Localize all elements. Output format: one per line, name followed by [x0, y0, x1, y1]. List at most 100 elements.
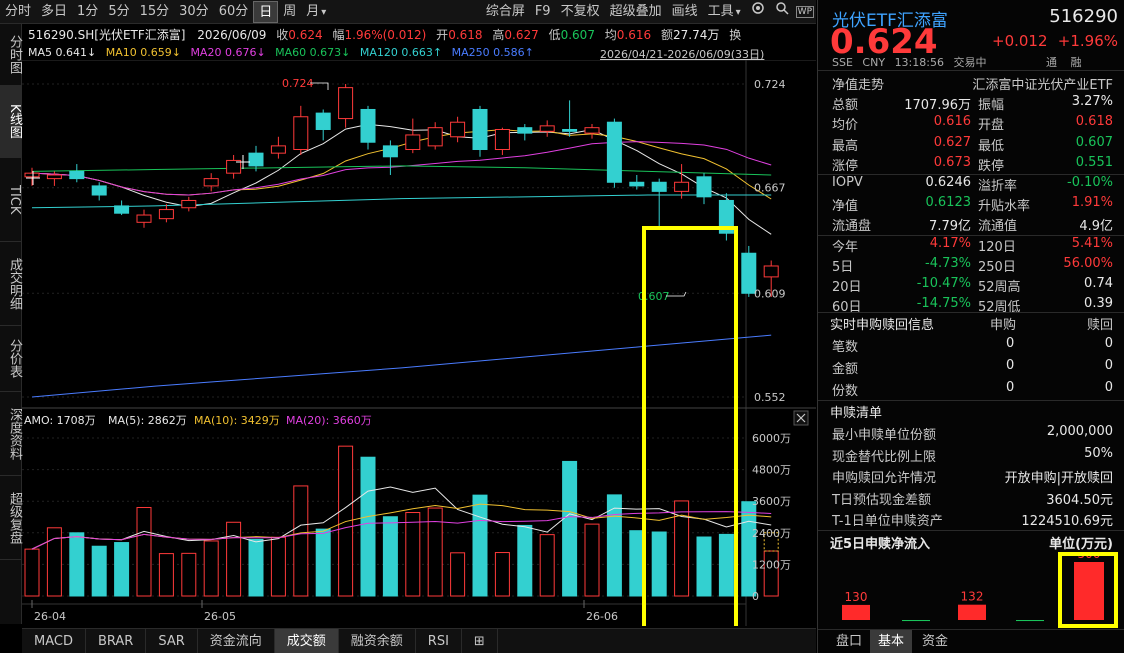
draw-line-button[interactable]: 画线	[667, 1, 703, 23]
stat-label: 均价	[832, 118, 859, 134]
quote-info-line: 516290.SH[光伏ETF汇添富] 2026/06/09 收0.624 幅1…	[28, 26, 741, 43]
stat-label: 今年	[832, 239, 859, 255]
tab-brar[interactable]: BRAR	[86, 629, 147, 653]
tab-margin-balance[interactable]: 融资余额	[339, 629, 416, 653]
vtab-super-replay[interactable]: 超级复盘	[0, 476, 22, 560]
volume-bar	[315, 528, 331, 597]
stat-label: 净值走势	[832, 78, 885, 93]
volume-bar	[539, 534, 555, 597]
stat-label: 净值	[832, 199, 859, 215]
volume-bar	[91, 545, 107, 597]
stat-value: 56.00%	[1063, 255, 1113, 271]
stat-label: 20日	[832, 280, 862, 295]
badge-margin: 融	[1070, 56, 1082, 69]
tab-15min[interactable]: 15分	[135, 1, 175, 23]
wp-badge[interactable]: WP	[794, 1, 816, 23]
quote-time: 13:18:56	[894, 56, 944, 69]
stats-row: 5日 -4.73% 250日 56.00%	[818, 256, 1124, 276]
volume-bar	[270, 536, 286, 597]
stat-value: 0.551	[1075, 154, 1113, 170]
super-overlay-button[interactable]: 超级叠加	[605, 1, 667, 23]
volume-bar	[24, 548, 40, 597]
tab-1min[interactable]: 1分	[72, 1, 103, 23]
stats-row: 净值 0.6123 升贴水率 1.91%	[818, 195, 1124, 215]
vtab-tick[interactable]: TICK	[0, 158, 22, 242]
stat-value: 0.627	[933, 134, 971, 150]
change-label: 幅	[332, 28, 345, 42]
tab-intraday[interactable]: 分时	[0, 1, 36, 23]
no-adjust-button[interactable]: 不复权	[556, 1, 605, 23]
tab-30min[interactable]: 30分	[174, 1, 214, 23]
candle-body	[203, 178, 219, 187]
amo-ma20: MA(20): 3660万	[286, 414, 372, 427]
badges: 通 融	[1046, 54, 1082, 70]
tab-multi-day[interactable]: 多日	[36, 1, 72, 23]
close-icon[interactable]	[793, 410, 809, 426]
tab-60min[interactable]: 60分	[214, 1, 254, 23]
stat-label: 汇添富中证光伏产业ETF	[972, 78, 1113, 93]
kline-chart[interactable]: 0.724 0.667 0.609 0.552 6000万 4800万 3600万 2400…	[22, 60, 816, 626]
chart-area[interactable]: 516290.SH[光伏ETF汇添富] 2026/06/09 收0.624 幅1…	[22, 24, 816, 626]
redemption-row: T-1日单位申赎资产 1224510.69元	[818, 510, 1124, 530]
stat-label: 120日	[978, 239, 1016, 255]
stat-label: 振幅	[978, 98, 1005, 114]
search-icon[interactable]	[770, 1, 794, 23]
redemption-row: T日预估现金差额 3604.50元	[818, 489, 1124, 509]
vtab-trade-detail[interactable]: 成交明细	[0, 242, 22, 326]
tab-turnover[interactable]: 成交额	[274, 629, 339, 653]
add-indicator-icon[interactable]: ⊞	[462, 629, 498, 653]
tab-orderbook[interactable]: 盘口	[828, 630, 870, 653]
stat-label: 5日	[832, 259, 854, 275]
redemption-value: 3604.50元	[1046, 492, 1113, 508]
f9-button[interactable]: F9	[530, 1, 556, 23]
vtab-price-table[interactable]: 分价表	[0, 326, 22, 392]
vtab-depth-info[interactable]: 深度资料	[0, 392, 22, 476]
ma250-label: MA250 0.586↑	[451, 46, 534, 59]
tab-5min[interactable]: 5分	[103, 1, 134, 23]
ma120-line	[31, 194, 772, 209]
volume-bar	[293, 485, 309, 597]
stats-row: 涨停 0.673 跌停 0.551	[818, 155, 1124, 175]
realtime-title: 实时申购赎回信息	[830, 318, 935, 333]
composite-screen-button[interactable]: 综合屏	[481, 1, 530, 23]
volume-bar	[562, 460, 578, 597]
vtab-intraday[interactable]: 分时图	[0, 24, 22, 86]
price-tick-label: 0.609	[754, 287, 786, 300]
avg-value: 0.616	[616, 28, 652, 42]
tab-basic[interactable]: 基本	[870, 630, 913, 653]
tab-week[interactable]: 周	[278, 1, 301, 23]
netflow-chart: 130 132500	[842, 552, 1118, 628]
realtime-redeem: 0	[1104, 358, 1113, 373]
tab-fund-flow[interactable]: 资金流向	[198, 629, 275, 653]
stats-row: 总额 1707.96万 振幅 3.27%	[818, 94, 1124, 114]
realtime-col-subscribe: 申购	[990, 318, 1017, 333]
vtab-kline[interactable]: K线图	[0, 86, 22, 158]
redemption-value: 1224510.69元	[1021, 514, 1113, 529]
tab-sar[interactable]: SAR	[146, 629, 198, 653]
volume-bar	[69, 532, 85, 597]
volume-bar	[494, 552, 510, 597]
volume-bar	[158, 553, 174, 597]
ma120-label: MA120 0.663↑	[359, 46, 443, 59]
tab-macd[interactable]: MACD	[22, 629, 86, 653]
amount-value: 27.74万	[673, 28, 720, 42]
open-label: 开	[436, 28, 449, 42]
date-tick-label: 26-04	[34, 610, 66, 623]
candle-body	[696, 176, 712, 198]
stat-value: 1707.96万	[904, 98, 971, 114]
tools-button[interactable]: 工具 ▾	[703, 1, 746, 23]
currency: CNY	[862, 56, 886, 69]
tab-capital[interactable]: 资金	[914, 630, 956, 653]
tab-rsi[interactable]: RSI	[416, 629, 462, 653]
settings-gear-icon[interactable]	[746, 1, 770, 23]
amo-value: AMO: 1708万	[24, 414, 96, 427]
candle-body	[293, 116, 309, 151]
tab-month[interactable]: 月 ▾	[301, 1, 331, 23]
stat-label: 最低	[978, 138, 1005, 154]
tab-day[interactable]: 日	[253, 0, 279, 23]
netflow-bar	[902, 620, 930, 622]
volume-tick-label: 6000万	[752, 432, 791, 445]
realtime-row: 份数 0 0	[818, 380, 1124, 400]
stat-value: 0.74	[1084, 276, 1113, 291]
stat-label: 开盘	[978, 118, 1005, 134]
